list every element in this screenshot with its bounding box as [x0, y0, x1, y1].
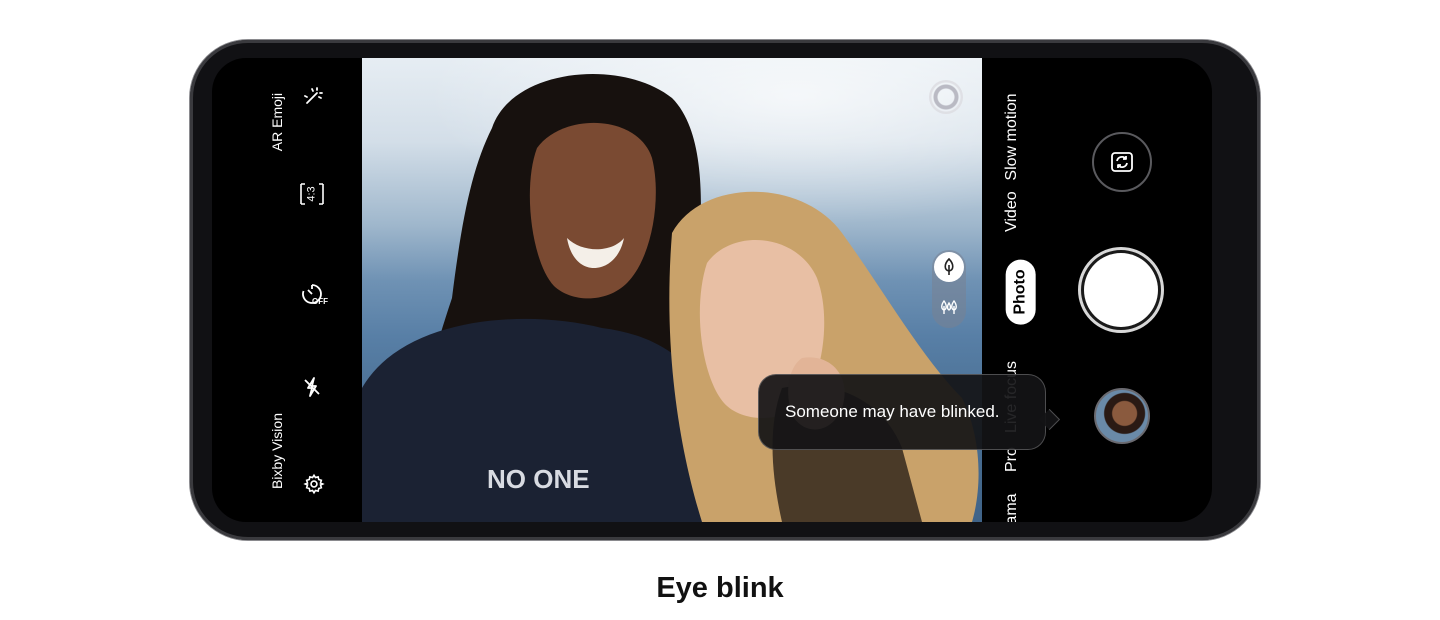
- mode-pro[interactable]: Pro: [1003, 447, 1021, 472]
- blink-warning-toast: Someone may have blinked.: [758, 374, 1046, 450]
- camera-screen: AR Emoji 4:3 OFF Bixby Vision NO ONE Slo…: [212, 58, 1212, 522]
- bixby-vision-label[interactable]: Bixby Vision: [269, 401, 285, 501]
- shutter-inner: [1084, 253, 1158, 327]
- gallery-thumbnail[interactable]: [1094, 388, 1150, 444]
- wide-trees-icon[interactable]: [934, 292, 964, 322]
- timer-off-label: OFF: [312, 297, 328, 306]
- left-control-bar: AR Emoji 4:3 OFF Bixby Vision: [212, 58, 362, 522]
- timer-off-icon[interactable]: OFF: [294, 276, 330, 312]
- svg-text:NO ONE: NO ONE: [487, 464, 590, 494]
- flash-off-icon[interactable]: [299, 374, 325, 400]
- mode-video[interactable]: Video: [1003, 191, 1021, 232]
- mode-photo[interactable]: Photo: [1005, 259, 1036, 325]
- ar-emoji-label[interactable]: AR Emoji: [269, 82, 285, 162]
- zoom-selector: [932, 250, 966, 328]
- viewfinder[interactable]: NO ONE: [362, 58, 982, 522]
- single-tree-icon[interactable]: [934, 252, 964, 282]
- effects-icon[interactable]: [299, 85, 325, 111]
- aspect-ratio-icon[interactable]: 4:3: [294, 176, 330, 212]
- switch-camera-icon: [1111, 152, 1133, 172]
- settings-icon[interactable]: [301, 471, 327, 497]
- shutter-button[interactable]: [1078, 247, 1164, 333]
- caption: Eye blink: [656, 572, 784, 604]
- photo-subjects: NO ONE: [362, 74, 979, 522]
- mode-slow-motion[interactable]: Slow motion: [1003, 87, 1021, 187]
- scene-optimizer-icon[interactable]: [929, 80, 963, 114]
- aspect-ratio-value: 4:3: [305, 186, 318, 202]
- switch-camera-button[interactable]: [1092, 132, 1152, 192]
- mode-panorama[interactable]: ama: [1003, 491, 1021, 522]
- phone-frame: AR Emoji 4:3 OFF Bixby Vision NO ONE Slo…: [190, 40, 1260, 540]
- toast-message: Someone may have blinked.: [785, 402, 1000, 421]
